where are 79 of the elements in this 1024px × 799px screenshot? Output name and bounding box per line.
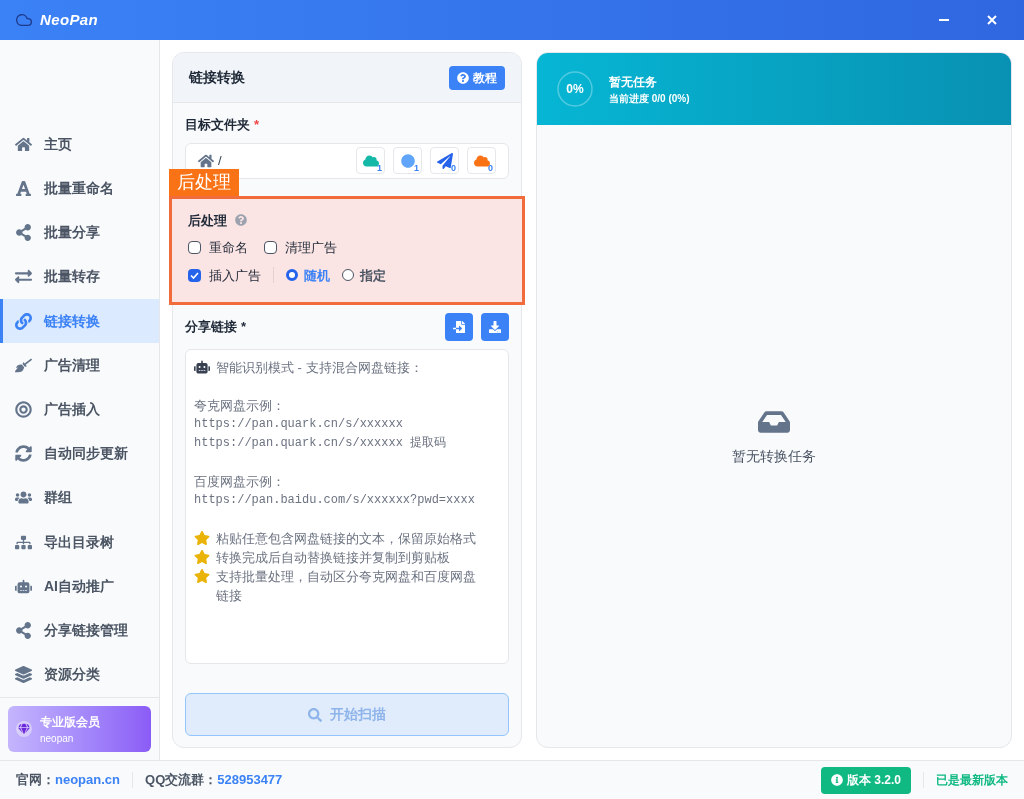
- layers-icon: [15, 666, 32, 684]
- version-badge: 版本 3.2.0: [820, 766, 911, 794]
- placeholder-line: https://pan.baidu.com/s/xxxxxx?pwd=xxxx: [194, 491, 476, 509]
- sidebar-item[interactable]: 广告清理: [0, 343, 159, 388]
- cloud-logo-icon: [16, 12, 32, 28]
- drive-button[interactable]: 1: [393, 147, 422, 174]
- sidebar-item[interactable]: 广告插入: [0, 387, 159, 432]
- broom-icon: [15, 356, 32, 374]
- sidebar-item[interactable]: 主页: [0, 122, 159, 167]
- placeholder-line: 粘贴任意包含网盘链接的文本，保留原始格式: [216, 529, 476, 548]
- folder-path: /: [218, 151, 222, 170]
- qq-link[interactable]: 528953477: [217, 770, 283, 790]
- drive-button[interactable]: 1: [356, 147, 385, 174]
- sidebar-item[interactable]: 导出目录树: [0, 520, 159, 565]
- app-title: NeoPan: [40, 9, 99, 30]
- panel-title: 链接转换: [189, 68, 245, 87]
- import-button[interactable]: [445, 312, 473, 341]
- member-subtitle: neopan: [40, 731, 75, 746]
- placeholder-line: https://pan.quark.cn/s/xxxxxx 提取码: [194, 434, 448, 452]
- sidebar-item[interactable]: 批量分享: [0, 210, 159, 255]
- sync-icon: [15, 445, 32, 463]
- download-icon: [489, 320, 501, 333]
- field-label: 分享链接: [185, 317, 237, 336]
- section-title: 后处理: [188, 211, 227, 230]
- drive-button[interactable]: 0: [467, 147, 496, 174]
- tutorial-button[interactable]: 教程: [449, 65, 505, 90]
- sidebar-item[interactable]: 群组: [0, 475, 159, 521]
- help-icon: [457, 71, 469, 84]
- sidebar-item[interactable]: 资源分类: [0, 652, 159, 698]
- checkbox-option[interactable]: 插入广告: [188, 265, 261, 285]
- site-label: 官网：: [16, 771, 55, 790]
- placeholder-line: 转换完成后自动替换链接并复制到剪贴板: [216, 548, 450, 567]
- share-icon: [15, 622, 32, 640]
- file-import-icon: [453, 320, 465, 333]
- tree-icon: [15, 533, 32, 551]
- placeholder-line: 支持批量处理，自动区分夸克网盘和百度网盘链接: [216, 567, 477, 605]
- member-title: 专业版会员: [40, 713, 100, 731]
- checkbox-option[interactable]: 清理广告: [264, 238, 337, 258]
- link-icon: [15, 312, 32, 330]
- checkmark-icon: [190, 270, 199, 280]
- close-icon: [987, 15, 997, 25]
- task-title: 暂无任务: [609, 73, 658, 91]
- required-mark: *: [241, 317, 247, 336]
- required-mark: *: [254, 116, 260, 134]
- placeholder-line: 百度网盘示例：: [194, 472, 286, 491]
- sidebar-item[interactable]: AI自动推广: [0, 564, 159, 609]
- share-links-input[interactable]: [185, 348, 509, 664]
- share-icon: [15, 224, 32, 242]
- robot-icon: [15, 577, 32, 595]
- target-icon: [15, 401, 32, 418]
- field-label: 目标文件夹: [185, 116, 250, 134]
- sidebar-item[interactable]: 分享链接管理: [0, 608, 159, 653]
- checkbox-option[interactable]: 重命名: [188, 238, 248, 258]
- placeholder-line: https://pan.quark.cn/s/xxxxxx: [194, 415, 404, 433]
- drive-button[interactable]: 0: [430, 147, 459, 174]
- site-link[interactable]: neopan.cn: [55, 770, 120, 790]
- sidebar-item[interactable]: 自动同步更新: [0, 431, 159, 476]
- update-status: 已是最新版本: [936, 772, 1008, 789]
- placeholder-line: 夸克网盘示例：: [194, 396, 286, 415]
- help-icon: [235, 214, 247, 227]
- sidebar-item[interactable]: 批量重命名: [0, 166, 159, 211]
- placeholder-line: 智能识别模式 - 支持混合网盘链接：: [216, 358, 423, 377]
- progress-percent: 0%: [565, 81, 585, 98]
- sidebar-item[interactable]: 批量转存: [0, 254, 159, 299]
- robot-icon: [194, 359, 210, 375]
- download-button[interactable]: [481, 312, 509, 341]
- gem-icon: [16, 721, 32, 738]
- home-icon: [198, 152, 214, 169]
- annotation-label: 后处理: [169, 168, 239, 196]
- radio-option[interactable]: 指定: [342, 265, 386, 285]
- cloud-icon: [362, 152, 379, 169]
- info-icon: [830, 774, 843, 786]
- arrows-icon: [15, 268, 32, 286]
- qq-label: QQ交流群：: [145, 771, 218, 790]
- home-icon: [15, 135, 32, 153]
- search-icon: [308, 707, 322, 722]
- task-progress: 当前进度 0/0 (0%): [609, 91, 690, 106]
- empty-text: 暂无转换任务: [732, 446, 816, 466]
- letter-icon: [15, 179, 32, 197]
